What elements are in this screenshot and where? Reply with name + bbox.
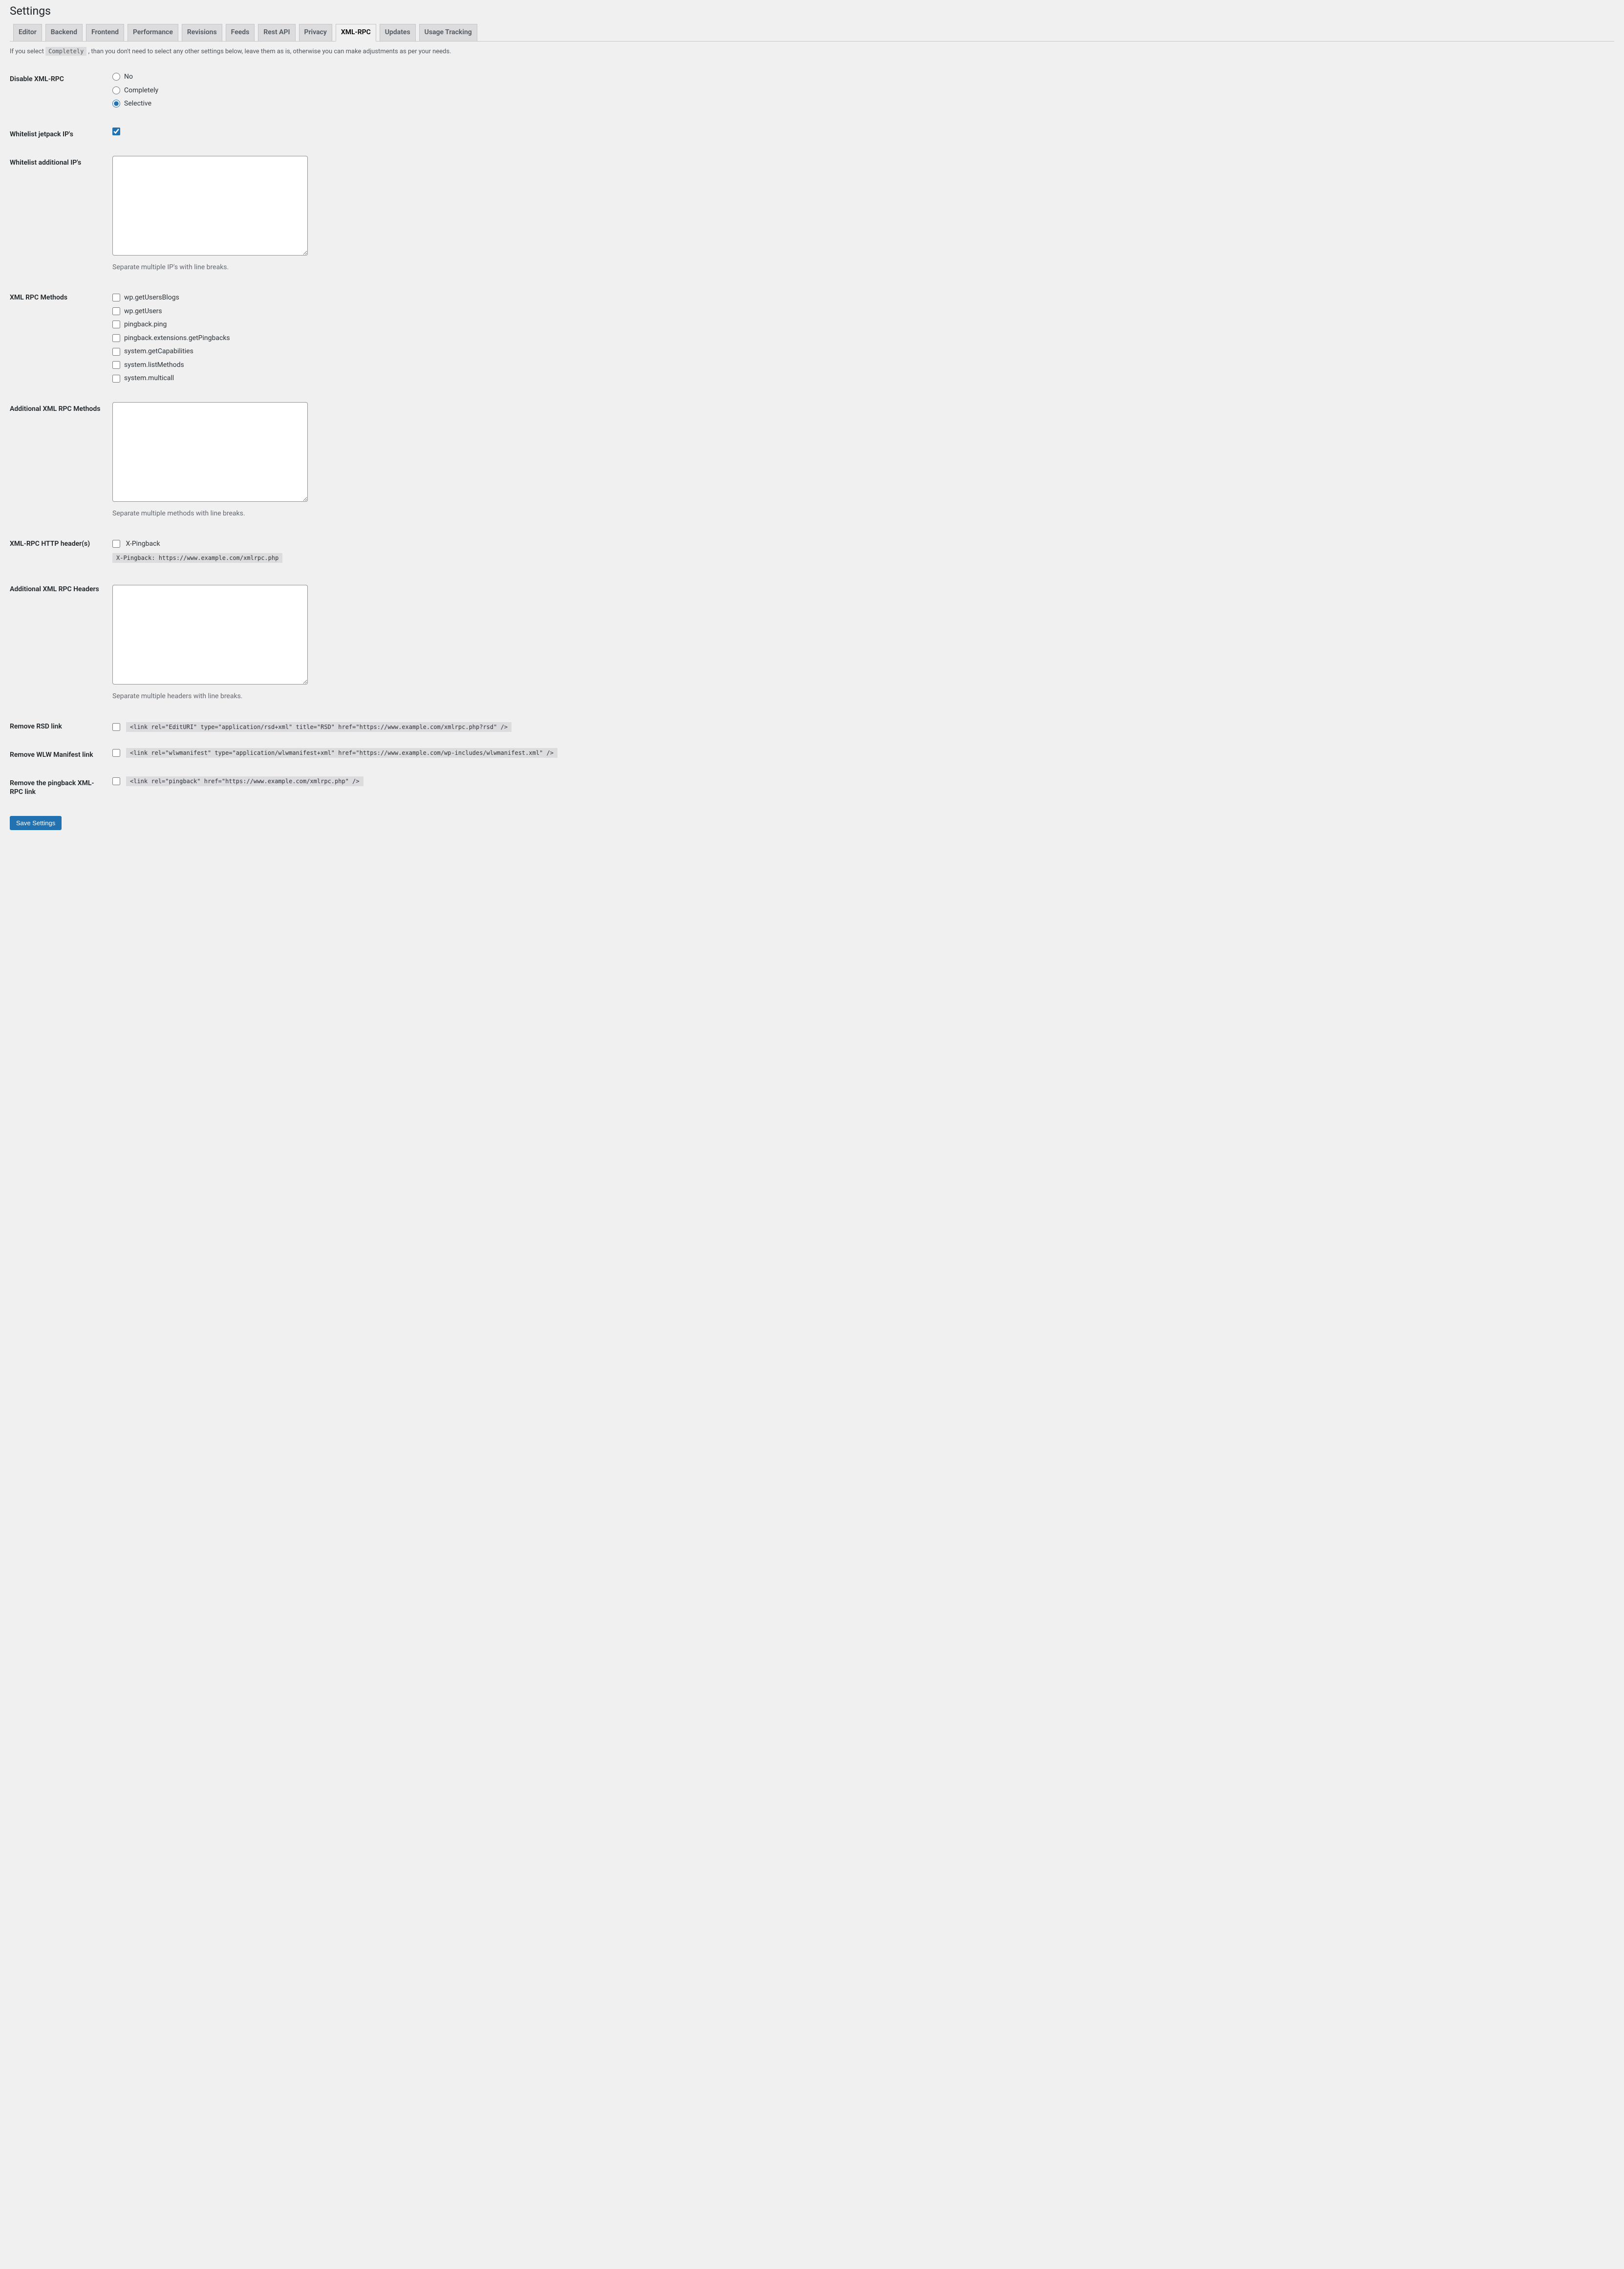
x-pingback-option[interactable]: X-Pingback — [112, 539, 1609, 549]
radio-label: Selective — [124, 100, 151, 107]
x-pingback-label: X-Pingback — [126, 540, 160, 548]
field-label-http-headers: XML-RPC HTTP header(s) — [10, 525, 107, 570]
tab-backend[interactable]: Backend — [45, 24, 83, 41]
disable-xmlrpc-radiogroup: No Completely Selective — [107, 65, 1614, 120]
checkbox-label: pingback.ping — [124, 321, 167, 328]
page-title: Settings — [10, 0, 1614, 20]
tab-performance[interactable]: Performance — [128, 24, 178, 41]
additional-methods-textarea[interactable] — [112, 402, 308, 502]
additional-headers-description: Separate multiple headers with line brea… — [112, 692, 1609, 700]
tab-feeds[interactable]: Feeds — [226, 24, 255, 41]
remove-rsd-code: <link rel="EditURI" type="application/rs… — [126, 722, 512, 732]
xmlrpc-method-option[interactable]: pingback.ping — [112, 320, 1609, 330]
whitelist-additional-textarea[interactable] — [112, 156, 308, 256]
additional-methods-description: Separate multiple methods with line brea… — [112, 510, 1609, 517]
remove-wlw-checkbox[interactable] — [112, 749, 120, 757]
tab-rest-api[interactable]: Rest API — [258, 24, 295, 41]
tab-updates[interactable]: Updates — [380, 24, 416, 41]
settings-form: Disable XML-RPC No Completely Selective Wh… — [10, 65, 1614, 806]
field-label-remove-pingback: Remove the pingback XML-RPC link — [10, 769, 107, 806]
additional-headers-textarea[interactable] — [112, 585, 308, 685]
inline-code: Completely — [45, 47, 86, 56]
remove-wlw-option[interactable]: <link rel="wlwmanifest" type="applicatio… — [112, 748, 557, 758]
remove-pingback-checkbox[interactable] — [112, 777, 120, 785]
whitelist-additional-description: Separate multiple IP's with line breaks. — [112, 263, 1609, 271]
field-label-additional-headers: Additional XML RPC Headers — [10, 570, 107, 707]
x-pingback-code: X-Pingback: https://www.example.com/xmlr… — [112, 553, 282, 563]
xmlrpc-method-option[interactable]: pingback.extensions.getPingbacks — [112, 334, 1609, 343]
field-label-xmlrpc-methods: XML RPC Methods — [10, 278, 107, 395]
tab-revisions[interactable]: Revisions — [182, 24, 222, 41]
field-label-whitelist-jetpack: Whitelist jetpack IP's — [10, 120, 107, 149]
disable-xmlrpc-radio-completely[interactable] — [112, 86, 120, 94]
field-label-whitelist-additional: Whitelist additional IP's — [10, 149, 107, 278]
field-label-disable-xmlrpc: Disable XML-RPC — [10, 65, 107, 120]
disable-xmlrpc-radio-selective[interactable] — [112, 100, 120, 107]
tab-privacy[interactable]: Privacy — [299, 24, 332, 41]
tab-usage-tracking[interactable]: Usage Tracking — [419, 24, 477, 41]
remove-rsd-checkbox[interactable] — [112, 723, 120, 731]
xmlrpc-method-option[interactable]: system.getCapabilities — [112, 347, 1609, 357]
disable-xmlrpc-option-completely[interactable]: Completely — [112, 86, 1609, 96]
remove-wlw-code: <link rel="wlwmanifest" type="applicatio… — [126, 748, 557, 758]
radio-label: Completely — [124, 86, 158, 94]
field-label-remove-wlw: Remove WLW Manifest link — [10, 741, 107, 769]
checkbox-label: pingback.extensions.getPingbacks — [124, 334, 230, 342]
xmlrpc-method-option[interactable]: wp.getUsers — [112, 307, 1609, 317]
field-label-remove-rsd: Remove RSD link — [10, 707, 107, 741]
xmlrpc-method-checkbox[interactable] — [112, 375, 120, 383]
checkbox-label: system.multicall — [124, 374, 174, 382]
checkbox-label: system.getCapabilities — [124, 347, 193, 355]
intro-text: If you select Completely , than you don'… — [10, 48, 1614, 55]
whitelist-jetpack-checkbox[interactable] — [112, 128, 120, 135]
xmlrpc-method-option[interactable]: wp.getUsersBlogs — [112, 293, 1609, 303]
remove-rsd-option[interactable]: <link rel="EditURI" type="application/rs… — [112, 722, 512, 732]
x-pingback-checkbox[interactable] — [112, 540, 120, 548]
disable-xmlrpc-option-no[interactable]: No — [112, 72, 1609, 82]
xmlrpc-method-checkbox[interactable] — [112, 321, 120, 328]
xmlrpc-method-checkbox[interactable] — [112, 361, 120, 369]
xmlrpc-method-checkbox[interactable] — [112, 307, 120, 315]
xmlrpc-method-option[interactable]: system.multicall — [112, 374, 1609, 384]
xmlrpc-method-checkbox[interactable] — [112, 334, 120, 342]
remove-pingback-code: <link rel="pingback" href="https://www.e… — [126, 776, 363, 786]
tab-xml-rpc[interactable]: XML-RPC — [336, 24, 376, 42]
tab-navigation: EditorBackendFrontendPerformanceRevision… — [10, 20, 1614, 42]
checkbox-label: system.listMethods — [124, 361, 184, 369]
remove-pingback-option[interactable]: <link rel="pingback" href="https://www.e… — [112, 776, 363, 786]
disable-xmlrpc-radio-no[interactable] — [112, 73, 120, 81]
field-label-additional-methods: Additional XML RPC Methods — [10, 395, 107, 525]
checkbox-label: wp.getUsers — [124, 307, 162, 315]
checkbox-label: wp.getUsersBlogs — [124, 294, 179, 301]
xmlrpc-method-option[interactable]: system.listMethods — [112, 361, 1609, 370]
xmlrpc-method-checkbox[interactable] — [112, 294, 120, 301]
xmlrpc-method-checkbox[interactable] — [112, 348, 120, 356]
tab-editor[interactable]: Editor — [13, 24, 42, 41]
disable-xmlrpc-option-selective[interactable]: Selective — [112, 99, 1609, 109]
tab-frontend[interactable]: Frontend — [86, 24, 124, 41]
save-settings-button[interactable]: Save Settings — [10, 816, 62, 830]
radio-label: No — [124, 73, 133, 81]
xmlrpc-methods-group: wp.getUsersBlogs wp.getUsers pingback.ping… — [107, 278, 1614, 395]
